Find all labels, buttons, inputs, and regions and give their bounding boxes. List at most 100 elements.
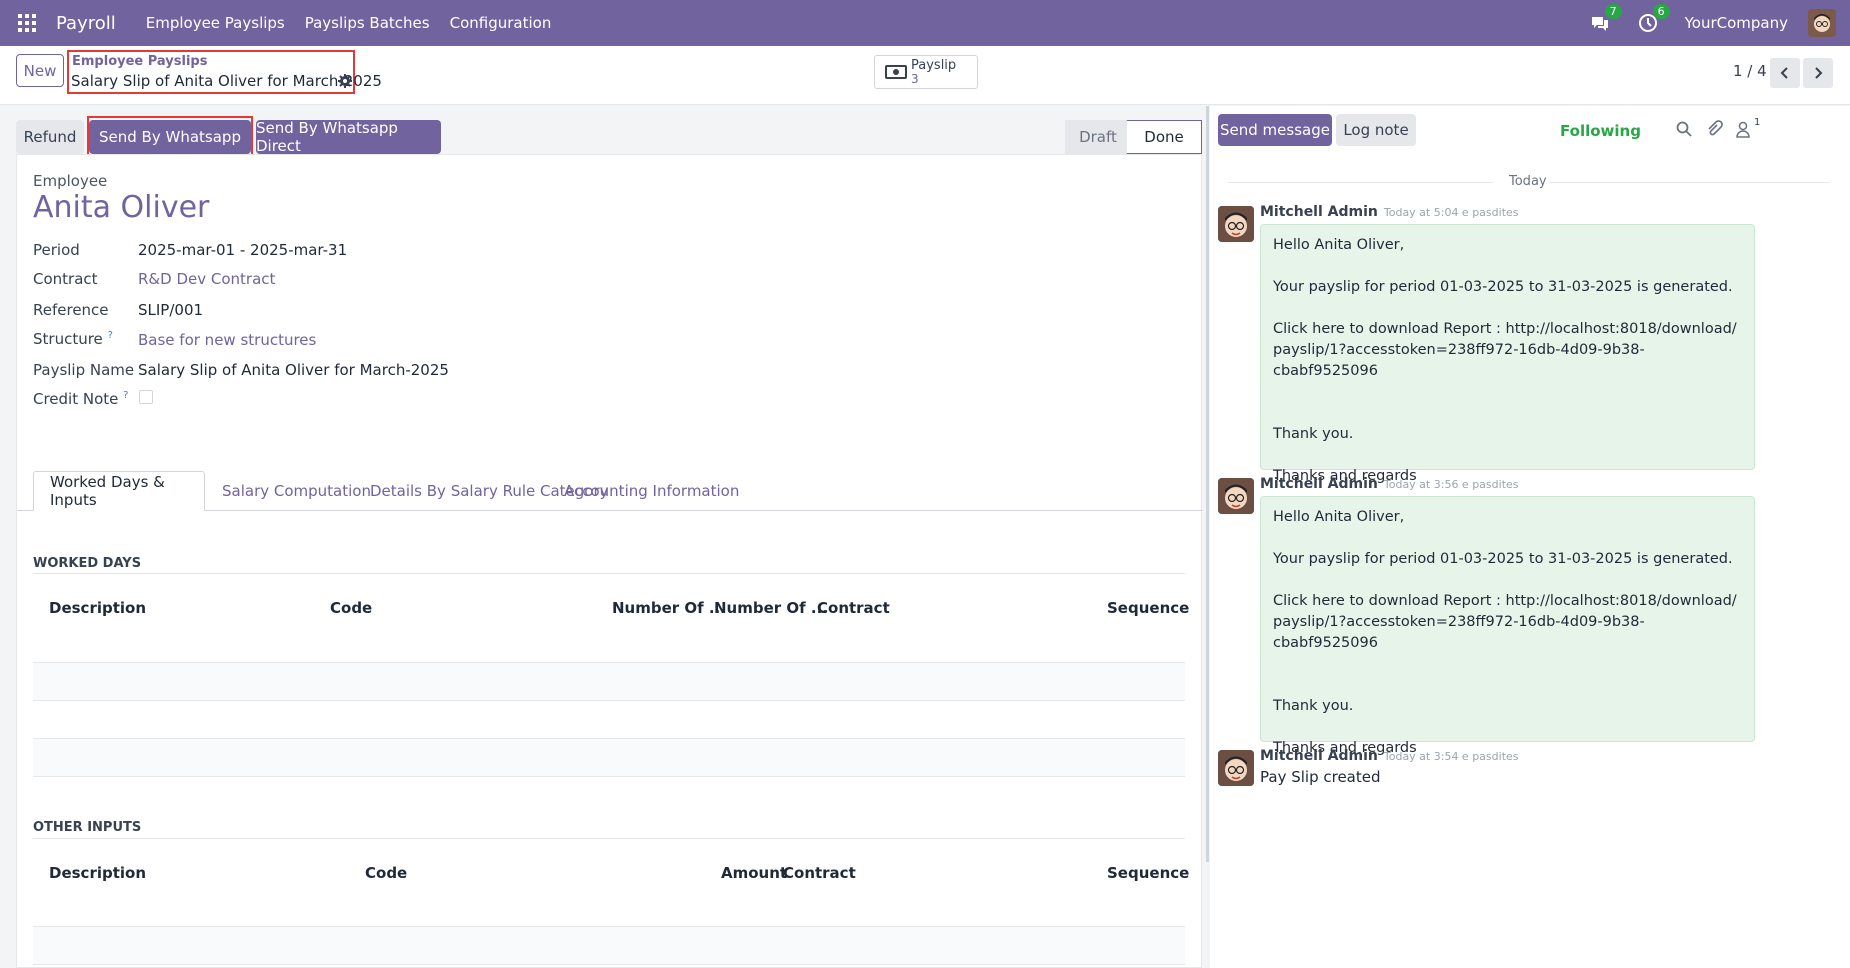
employee-label: Employee xyxy=(33,172,108,190)
menu-configuration[interactable]: Configuration xyxy=(440,14,562,32)
table-row xyxy=(33,625,1185,663)
smart-button-count: 3 xyxy=(911,72,919,86)
other-inputs-divider xyxy=(33,838,1185,839)
apps-menu-icon[interactable] xyxy=(18,14,36,32)
structure-label: Structure ? xyxy=(33,330,113,348)
column-header[interactable]: Number Of ... xyxy=(612,599,726,617)
credit-note-checkbox[interactable] xyxy=(139,390,153,404)
message-time: Today at 3:56 e pasdites xyxy=(1383,478,1519,491)
breadcrumb-parent[interactable]: Employee Payslips xyxy=(72,54,207,69)
app-name[interactable]: Payroll xyxy=(56,13,116,34)
column-header[interactable]: Amount xyxy=(721,864,787,882)
worked-days-divider xyxy=(33,573,1185,574)
notebook-tabs: Worked Days & Inputs Salary Computation … xyxy=(17,471,1203,511)
contract-link[interactable]: R&D Dev Contract xyxy=(138,270,275,288)
column-header[interactable]: Description xyxy=(49,599,146,617)
stage-done[interactable]: Done xyxy=(1127,120,1202,154)
user-avatar[interactable] xyxy=(1808,9,1836,37)
pager-next-button[interactable] xyxy=(1803,58,1833,88)
breadcrumb-current: Salary Slip of Anita Oliver for March-20… xyxy=(71,72,382,90)
message-line: Hello Anita Oliver, xyxy=(1273,237,1405,253)
chatter-panel: Send message Log note 1 Following Today … xyxy=(1210,106,1850,968)
column-header[interactable]: Contract xyxy=(817,599,890,617)
avatar[interactable] xyxy=(1218,478,1254,514)
chat-badge: 7 xyxy=(1604,4,1622,19)
chevron-right-icon xyxy=(1815,67,1823,79)
column-header[interactable]: Number Of ... xyxy=(714,599,828,617)
tab-worked-days-inputs[interactable]: Worked Days & Inputs xyxy=(33,471,205,511)
pager-previous-button[interactable] xyxy=(1770,58,1800,88)
help-icon[interactable]: ? xyxy=(108,330,113,341)
form-view: Refund Send By Whatsapp Send By Whatsapp… xyxy=(0,106,1208,968)
column-header[interactable]: Contract xyxy=(783,864,856,882)
log-note-button[interactable]: Log note xyxy=(1336,114,1416,146)
message-line: Hello Anita Oliver, xyxy=(1273,509,1405,525)
table-row xyxy=(33,927,1185,965)
worked-days-title: WORKED DAYS xyxy=(33,556,142,571)
message-time: Today at 5:04 e pasdites xyxy=(1383,206,1519,219)
column-header[interactable]: Code xyxy=(330,599,372,617)
table-row xyxy=(33,739,1185,777)
money-icon xyxy=(885,65,907,79)
message-link-line[interactable]: payslip/1?accesstoken=238ff972-16db-4d09… xyxy=(1273,340,1742,382)
date-separator-line xyxy=(1228,182,1493,183)
column-header[interactable]: Sequence xyxy=(1107,599,1189,617)
form-sheet: Employee Anita Oliver Period 2025-mar-01… xyxy=(16,154,1203,968)
paperclip-icon[interactable] xyxy=(1705,120,1723,138)
refund-button[interactable]: Refund xyxy=(16,120,84,154)
send-by-whatsapp-button[interactable]: Send By Whatsapp xyxy=(89,120,251,154)
message-link-line[interactable]: payslip/1?accesstoken=238ff972-16db-4d09… xyxy=(1273,612,1742,654)
date-separator: Today xyxy=(1509,174,1547,189)
send-message-button[interactable]: Send message xyxy=(1218,114,1332,146)
new-button[interactable]: New xyxy=(16,54,64,87)
message-line: Thank you. xyxy=(1273,698,1354,714)
date-separator-line xyxy=(1550,182,1830,183)
following-button[interactable]: Following xyxy=(1560,122,1641,140)
menu-employee-payslips[interactable]: Employee Payslips xyxy=(136,14,295,32)
column-header[interactable]: Sequence xyxy=(1107,864,1189,882)
activity-badge: 6 xyxy=(1652,4,1670,19)
chat-icon[interactable]: 7 xyxy=(1589,4,1622,34)
status-bar: Refund Send By Whatsapp Send By Whatsapp… xyxy=(16,114,1202,160)
pager-value[interactable]: 1 / 4 xyxy=(1733,62,1767,80)
company-switcher[interactable]: YourCompany xyxy=(1685,14,1788,32)
message-author: Mitchell Admin Today at 3:56 e pasdites xyxy=(1260,476,1519,492)
payslip-smart-button[interactable]: Payslip 3 xyxy=(874,55,978,89)
message-line: Thank you. xyxy=(1273,426,1354,442)
top-navbar: Payroll Employee Payslips Payslips Batch… xyxy=(0,0,1850,46)
column-header[interactable]: Description xyxy=(49,864,146,882)
tab-accounting-information[interactable]: Accounting Information xyxy=(548,471,755,511)
other-inputs-title: OTHER INPUTS xyxy=(33,820,142,835)
table-row xyxy=(33,889,1185,927)
search-icon[interactable] xyxy=(1675,120,1693,138)
payslip-name-value[interactable]: Salary Slip of Anita Oliver for March-20… xyxy=(138,361,449,379)
table-row xyxy=(33,663,1185,701)
period-label: Period xyxy=(33,241,80,259)
activity-clock-icon[interactable]: 6 xyxy=(1637,4,1670,34)
control-panel: New Employee Payslips Salary Slip of Ani… xyxy=(0,46,1850,105)
avatar[interactable] xyxy=(1218,206,1254,242)
send-by-whatsapp-direct-button[interactable]: Send By Whatsapp Direct xyxy=(256,119,441,155)
menu-payslips-batches[interactable]: Payslips Batches xyxy=(295,14,440,32)
period-value[interactable]: 2025-mar-01 - 2025-mar-31 xyxy=(138,241,347,259)
reference-value[interactable]: SLIP/001 xyxy=(138,301,203,319)
stage-draft[interactable]: Draft xyxy=(1065,120,1131,154)
column-header[interactable]: Code xyxy=(365,864,407,882)
chevron-left-icon xyxy=(1780,67,1788,79)
employee-name[interactable]: Anita Oliver xyxy=(33,190,209,225)
credit-note-label: Credit Note ? xyxy=(33,390,129,408)
followers-icon[interactable] xyxy=(1734,120,1752,138)
message-author: Mitchell Admin Today at 5:04 e pasdites xyxy=(1260,204,1519,220)
structure-link[interactable]: Base for new structures xyxy=(138,331,316,349)
message-bubble: Hello Anita Oliver, Your payslip for per… xyxy=(1260,224,1755,484)
followers-count: 1 xyxy=(1754,117,1761,128)
reference-label: Reference xyxy=(33,301,109,319)
avatar[interactable] xyxy=(1218,750,1254,786)
gear-icon[interactable] xyxy=(338,74,352,88)
pane-resizer[interactable] xyxy=(1206,106,1209,862)
message-link-line[interactable]: Click here to download Report : http://l… xyxy=(1273,591,1742,612)
help-icon[interactable]: ? xyxy=(123,390,128,401)
message-bubble: Hello Anita Oliver, Your payslip for per… xyxy=(1260,496,1755,756)
message-link-line[interactable]: Click here to download Report : http://l… xyxy=(1273,319,1742,340)
message-line: Your payslip for period 01-03-2025 to 31… xyxy=(1273,551,1733,567)
